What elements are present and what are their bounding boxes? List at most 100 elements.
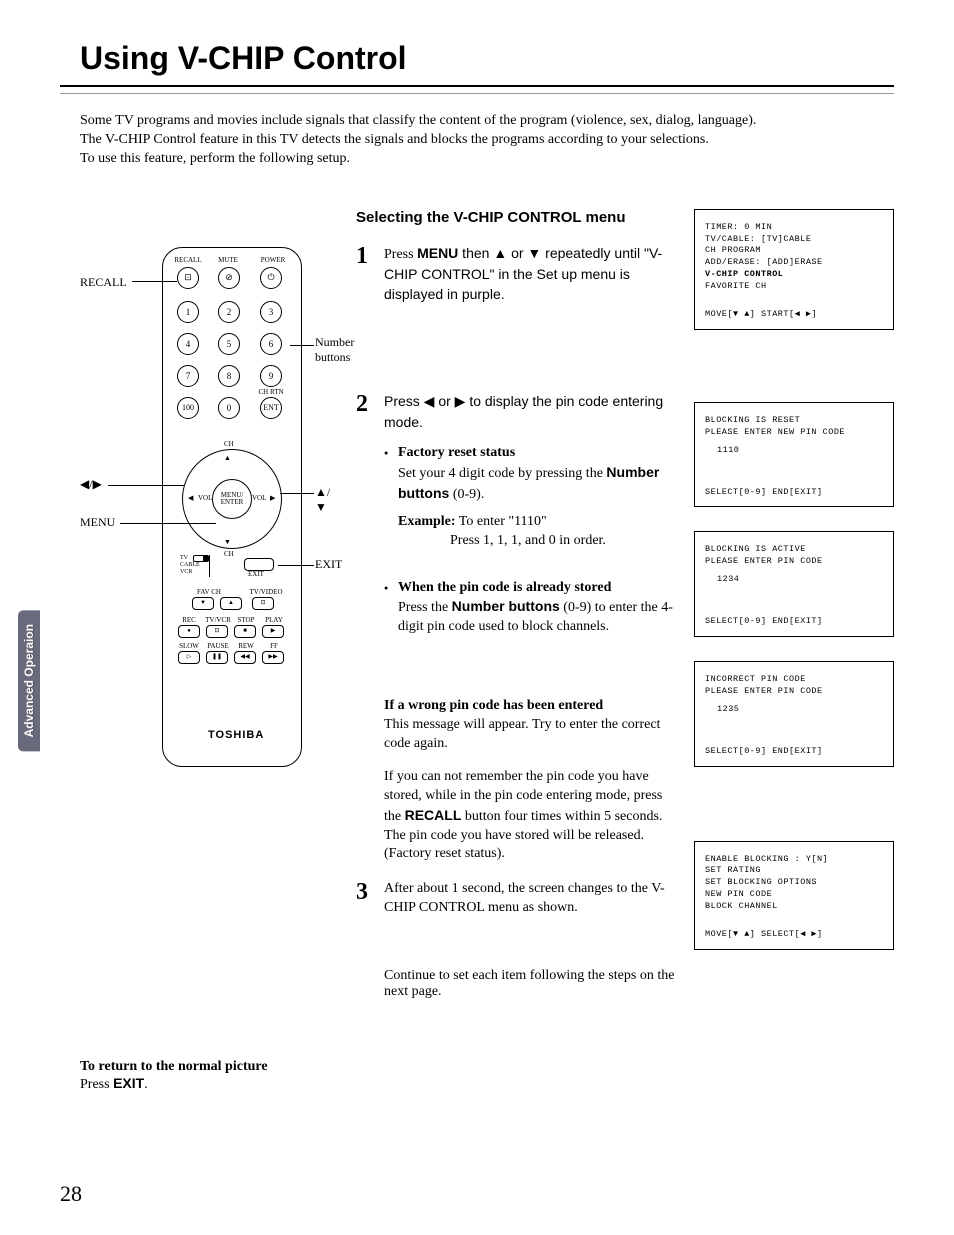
- number-buttons-kw: Number buttons: [452, 598, 560, 614]
- label-favch: FAV CH: [194, 589, 224, 596]
- osd-line: TV/CABLE: [TV]CABLE: [705, 234, 883, 246]
- switch-vcr: VCR: [180, 569, 192, 575]
- rec-button[interactable]: ●: [178, 625, 200, 638]
- slow-button[interactable]: ▷: [178, 651, 200, 664]
- num-3[interactable]: 3: [260, 301, 282, 323]
- example-label: Example:: [398, 514, 456, 529]
- title-rule-secondary: [60, 93, 894, 94]
- tvvcr-button[interactable]: ⊡: [206, 625, 228, 638]
- stop-button[interactable]: ■: [234, 625, 256, 638]
- label-recall: RECALL: [174, 257, 202, 264]
- section-subhead: Selecting the V-CHIP CONTROL menu: [356, 209, 678, 226]
- osd-screen-reset: BLOCKING IS RESET PLEASE ENTER NEW PIN C…: [694, 402, 894, 508]
- rew-button[interactable]: ◀◀: [234, 651, 256, 664]
- step2-lead: Press ◀ or ▶ to display the pin code ent…: [384, 393, 663, 430]
- intro-line: The V-CHIP Control feature in this TV de…: [80, 132, 709, 147]
- osd-footer: SELECT[0-9] END[EXIT]: [705, 487, 883, 499]
- steps-column: Selecting the V-CHIP CONTROL menu 1 Pres…: [356, 209, 678, 1093]
- example-text-a: To enter "1110": [456, 514, 547, 529]
- favch-up-button[interactable]: ▲: [220, 597, 242, 610]
- num-6[interactable]: 6: [260, 333, 282, 355]
- menu-enter-label: MENU/ ENTER: [213, 492, 251, 506]
- osd-line-highlight: V-CHIP CONTROL: [705, 269, 883, 281]
- wrong-pin-head: If a wrong pin code has been entered: [384, 697, 678, 716]
- num-1[interactable]: 1: [177, 301, 199, 323]
- num-7[interactable]: 7: [177, 365, 199, 387]
- exit-button[interactable]: [244, 558, 274, 571]
- osd-line: CH PROGRAM: [705, 245, 883, 257]
- callout-text: Number buttons: [315, 335, 354, 364]
- intro-line: To use this feature, perform the followi…: [80, 151, 350, 166]
- label-play: PLAY: [262, 617, 286, 624]
- triangle-down-icon: ▼: [224, 539, 231, 546]
- title-rule: [60, 85, 894, 87]
- label-ch-up: CH: [224, 441, 234, 448]
- callout-recall: RECALL: [80, 275, 127, 290]
- favch-down-button[interactable]: ▼: [192, 597, 214, 610]
- recall-button[interactable]: ⊡: [177, 267, 199, 289]
- label-chrtn: CH RTN: [256, 389, 286, 396]
- play-button[interactable]: ▶: [262, 625, 284, 638]
- tvvideo-button[interactable]: ⊡: [252, 597, 274, 610]
- osd-line: BLOCK CHANNEL: [705, 901, 883, 913]
- label-vol-r: VOL: [252, 495, 266, 502]
- osd-line: PLEASE ENTER PIN CODE: [705, 556, 883, 568]
- brand-toshiba: TOSHIBA: [208, 729, 264, 741]
- label-tvvideo: TV/VIDEO: [248, 589, 284, 596]
- step-number: 2: [356, 392, 374, 864]
- num-0[interactable]: 0: [218, 397, 240, 419]
- pause-button[interactable]: ❚❚: [206, 651, 228, 664]
- label-slow: SLOW: [178, 643, 200, 650]
- source-switch[interactable]: TV CABLE VCR: [180, 555, 210, 577]
- switch-tv: TV: [180, 555, 188, 561]
- bullet-head: When the pin code is already stored: [398, 580, 611, 595]
- num-4[interactable]: 4: [177, 333, 199, 355]
- power-button[interactable]: ⏻: [260, 267, 282, 289]
- bullet-already-stored: When the pin code is already stored Pres…: [384, 579, 678, 638]
- ff-button[interactable]: ▶▶: [262, 651, 284, 664]
- osd-screen-setup: TIMER: 0 MIN TV/CABLE: [TV]CABLE CH PROG…: [694, 209, 894, 330]
- label-exit: EXIT: [248, 571, 264, 578]
- return-text-c: .: [144, 1077, 148, 1092]
- mute-button[interactable]: ⊘: [218, 267, 240, 289]
- osd-screen-vchip-menu: ENABLE BLOCKING : Y[N] SET RATING SET BL…: [694, 841, 894, 950]
- step-1: 1 Press MENU then ▲ or ▼ repeatedly unti…: [356, 244, 678, 307]
- osd-pin: 1235: [717, 704, 883, 716]
- osd-line: ADD/ERASE: [ADD]ERASE: [705, 257, 883, 269]
- num-2[interactable]: 2: [218, 301, 240, 323]
- label-power: POWER: [258, 257, 288, 264]
- callout-up-down: ▲/▼: [315, 485, 340, 515]
- recall-b: button four times within 5 seconds.: [461, 809, 662, 824]
- osd-line: PLEASE ENTER NEW PIN CODE: [705, 427, 883, 439]
- num-5[interactable]: 5: [218, 333, 240, 355]
- wrong-pin-body: This message will appear. Try to enter t…: [384, 716, 678, 754]
- remote-column: RECALL Number buttons ◀/▶ ▲/▼ MENU EXIT …: [80, 209, 340, 1093]
- osd-line: TIMER: 0 MIN: [705, 222, 883, 234]
- label-mute: MUTE: [214, 257, 242, 264]
- osd-line: ENABLE BLOCKING : Y[N]: [705, 854, 883, 866]
- return-note: To return to the normal picture Press EX…: [80, 1059, 340, 1093]
- osd-footer: SELECT[0-9] END[EXIT]: [705, 746, 883, 758]
- step-3: 3 After about 1 second, the screen chang…: [356, 880, 678, 918]
- label-tvvcr: TV/VCR: [204, 617, 232, 624]
- osd-line: SET BLOCKING OPTIONS: [705, 877, 883, 889]
- example-text-b: Press 1, 1, 1, and 0 in order.: [398, 532, 678, 551]
- return-exit-kw: EXIT: [113, 1075, 144, 1091]
- recall-kw: RECALL: [405, 807, 462, 823]
- bullet-text-a: Press the: [398, 600, 452, 615]
- switch-cable: CABLE: [180, 562, 200, 568]
- callout-line: [280, 493, 314, 494]
- num-9[interactable]: 9: [260, 365, 282, 387]
- ent-button[interactable]: ENT: [260, 397, 282, 419]
- num-100[interactable]: 100: [177, 397, 199, 419]
- triangle-left-icon: ◀: [188, 495, 193, 502]
- menu-enter-button[interactable]: MENU/ ENTER: [212, 479, 252, 519]
- num-8[interactable]: 8: [218, 365, 240, 387]
- menu-keyword: MENU: [417, 245, 458, 261]
- example-block: Example: To enter "1110" Press 1, 1, 1, …: [384, 513, 678, 551]
- osd-line: PLEASE ENTER PIN CODE: [705, 686, 883, 698]
- callout-menu: MENU: [80, 515, 115, 530]
- osd-screen-incorrect: INCORRECT PIN CODE PLEASE ENTER PIN CODE…: [694, 661, 894, 767]
- label-rew: REW: [234, 643, 258, 650]
- osd-line: FAVORITE CH: [705, 281, 883, 293]
